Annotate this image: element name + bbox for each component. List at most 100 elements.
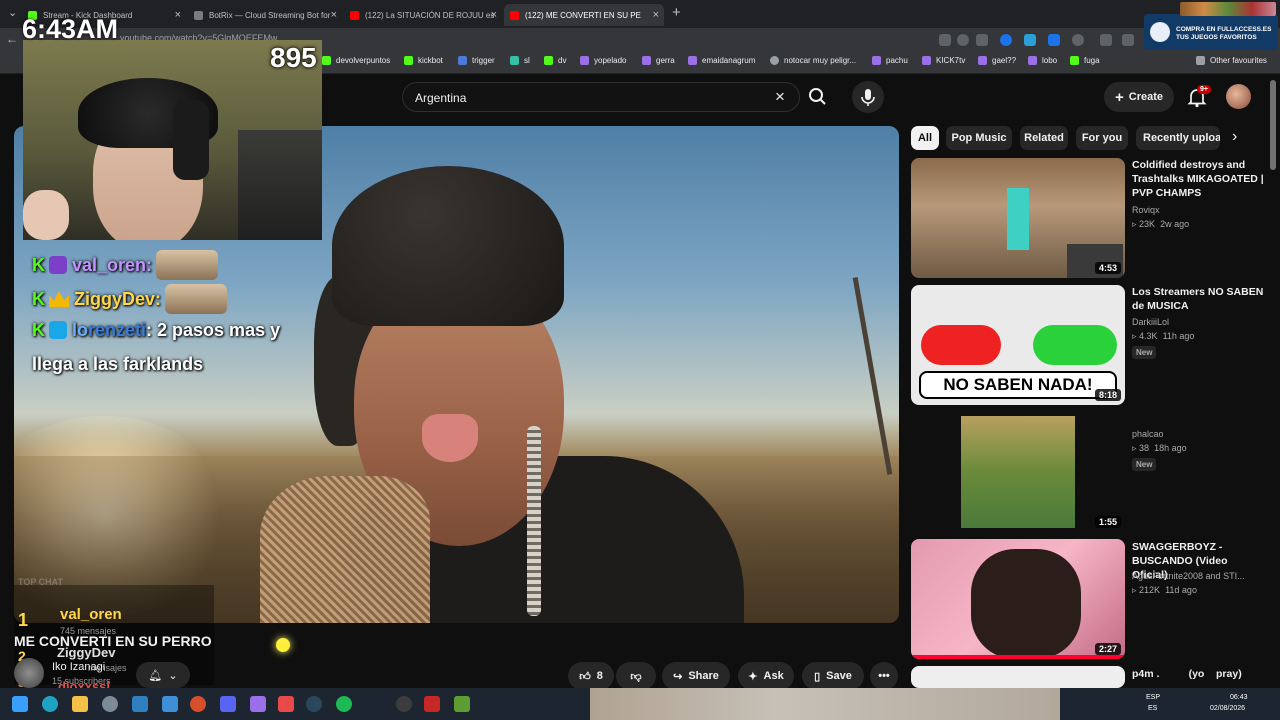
app-icon[interactable] [132,696,148,712]
bookmark-fuga[interactable]: fuga [1070,56,1100,65]
voice-search-button[interactable] [852,81,884,113]
zoom-icon[interactable] [957,34,969,46]
chevron-right-icon[interactable]: › [1232,128,1237,146]
rec-views: 23K [1139,219,1156,229]
rec-thumbnail[interactable] [911,666,1125,688]
bookmark-other-favourites[interactable]: Other favourites [1196,56,1267,65]
bookmark-emaidanagrum[interactable]: emaidanagrum [688,56,755,65]
app-icon[interactable] [278,696,294,712]
bookmark-dv[interactable]: dv [544,56,566,65]
channel-name[interactable]: Iko Izanagi [52,661,105,673]
bookmark-kick7tv[interactable]: KICK7tv [922,56,965,65]
extension-icon[interactable] [1048,34,1060,46]
rec-views: 38 [1139,443,1150,453]
bookmark-kickbot[interactable]: kickbot [404,56,443,65]
spotify-icon[interactable] [336,696,352,712]
extension-icon[interactable] [1122,34,1134,46]
save-button[interactable]: ▯ Save [802,662,864,690]
bookmark-gael[interactable]: gael?? [978,56,1016,65]
rec-title[interactable]: Los Streamers NO SABEN de MUSICA [1132,285,1264,313]
minecraft-icon[interactable] [454,696,470,712]
tab-youtube-rojuu[interactable]: (122) La SITUACIÓN DE ROJUU es × [344,4,502,26]
close-tab-icon[interactable]: × [653,9,659,21]
chip-label: All [917,132,933,144]
app-icon[interactable] [190,696,206,712]
rec-thumbnail[interactable]: 2:27 [911,539,1125,659]
discord-icon[interactable] [220,696,236,712]
subscription-bell-button[interactable]: 🔔︎ ⌄ [136,662,190,688]
bookmark-sl[interactable]: sl [510,56,530,65]
extension-icon[interactable] [1100,34,1112,46]
file-explorer-icon[interactable] [72,696,88,712]
app-icon[interactable] [162,696,178,712]
chip-related[interactable]: Related [1020,126,1068,150]
close-tab-icon[interactable]: × [331,9,337,21]
search-box[interactable]: Argentina × [402,82,800,112]
create-button[interactable]: + Create [1104,82,1174,112]
user-avatar[interactable] [1226,84,1251,109]
share-button[interactable]: ↪ Share [662,662,730,690]
clear-search-icon[interactable]: × [775,87,785,107]
like-button[interactable]: 👍︎ 8 [568,662,614,690]
extension-icon[interactable] [939,34,951,46]
rec-thumbnail[interactable]: 4:53 [911,158,1125,278]
extension-icon[interactable] [1072,34,1084,46]
rec-channel[interactable]: DarkiiiLol [1132,317,1169,327]
chip-all[interactable]: All [911,126,939,150]
promo-text: COMPRA EN FULLACCESS.ES TUS JUEGOS FAVOR… [1176,26,1272,41]
app-icon[interactable] [424,696,440,712]
chip-for-you[interactable]: For you [1076,126,1128,150]
search-button[interactable] [800,82,834,112]
back-icon[interactable]: ← [6,32,18,46]
ask-button[interactable]: ✦ Ask [738,662,794,690]
bookmark-lobo[interactable]: lobo [1028,56,1057,65]
taskbar-date[interactable]: 02/08/2026 [1210,705,1245,712]
feather-icon[interactable] [250,696,266,712]
bookmark-pachu[interactable]: pachu [872,56,908,65]
bookmark-yopelado[interactable]: yopelado [580,56,626,65]
rec-channel[interactable]: AgusFortnite2008 and STI... [1132,571,1245,581]
obs-icon[interactable] [396,696,412,712]
star-icon[interactable] [976,34,988,46]
save-label: Save [826,670,852,682]
folder-icon [1196,56,1205,65]
dislike-button[interactable]: 👎︎ [616,662,656,690]
bookmark-devolverpuntos[interactable]: devolverpuntos [322,56,390,65]
bookmark-gerra[interactable]: gerra [642,56,675,65]
bookmark-label: pachu [886,56,908,65]
close-tab-icon[interactable]: × [491,9,497,21]
pen-icon [978,56,987,65]
page-scrollbar[interactable] [1270,80,1276,170]
tab-botrix[interactable]: BotRix — Cloud Streaming Bot for × [188,4,342,26]
tab-list-icon[interactable]: ⌄ [8,6,17,19]
rec-title[interactable]: p4m . (yo pray) [1132,667,1264,681]
chip-pop-music[interactable]: Pop Music [946,126,1012,150]
more-actions-button[interactable]: ••• [870,662,898,690]
channel-avatar[interactable] [14,658,44,688]
settings-icon[interactable] [102,696,118,712]
search-input[interactable]: Argentina [415,91,466,105]
extension-icon[interactable] [1024,34,1036,46]
bookmark-trigger[interactable]: trigger [458,56,495,65]
rec-views: 212K [1139,585,1161,595]
rec-title[interactable]: Coldified destroys and Trashtalks MIKAGO… [1132,158,1264,200]
tab-youtube-active[interactable]: (122) ME CONVERTI EN SU PE × [504,4,664,26]
extension-icon[interactable] [1000,34,1012,46]
language-indicator[interactable]: ESP [1146,694,1160,701]
notification-badge: 9+ [1197,85,1211,94]
new-tab-icon[interactable]: + [672,4,681,21]
rec-thumbnail[interactable]: 1:55 [911,412,1125,532]
bookmark-notocar[interactable]: notocar muy peligr... [770,56,856,65]
chat-colon: : [146,255,153,275]
close-tab-icon[interactable]: × [175,9,181,21]
rec-channel[interactable]: phalcao [1132,429,1164,439]
edge-icon[interactable] [42,696,58,712]
rec-thumbnail[interactable]: NO SABEN NADA! 8:18 [911,285,1125,405]
thumbnail-caption: NO SABEN NADA! [919,371,1117,399]
windows-start-icon[interactable] [12,696,28,712]
taskbar-time[interactable]: 06:43 [1230,694,1248,701]
steam-icon[interactable] [306,696,322,712]
chip-recently-uploaded[interactable]: Recently uploaded [1136,126,1220,150]
rec-channel[interactable]: Roviqx [1132,205,1160,215]
new-badge: New [1132,458,1157,471]
